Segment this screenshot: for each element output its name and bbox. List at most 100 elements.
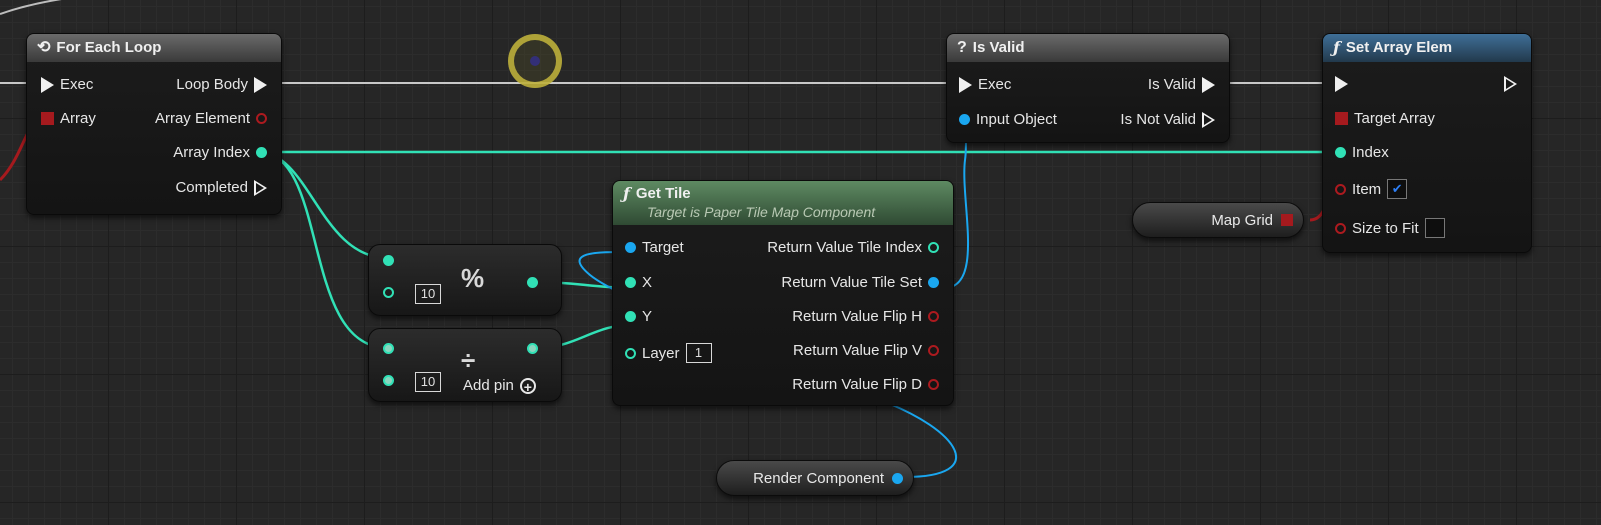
object-pin-icon[interactable] <box>892 472 903 484</box>
int-pin-icon[interactable] <box>383 343 394 354</box>
layer-row[interactable]: Layer 1 <box>625 343 712 363</box>
set-array-elem-header[interactable]: ƒ Set Array Elem <box>1323 34 1531 62</box>
map-grid-variable-node[interactable]: Map Grid <box>1132 202 1304 238</box>
x-row[interactable]: X <box>625 274 652 291</box>
size-to-fit-checkbox[interactable] <box>1424 218 1445 238</box>
exec-pin-icon[interactable] <box>254 76 267 93</box>
set-exec-in-row[interactable] <box>1335 76 1348 92</box>
ret-flip-h-row[interactable]: Return Value Flip H <box>792 308 939 325</box>
array-pin-icon[interactable] <box>1281 214 1293 226</box>
bool-pin-icon[interactable] <box>928 311 939 322</box>
ret-flip-d-row[interactable]: Return Value Flip D <box>792 376 939 393</box>
exec-pin-icon[interactable] <box>1335 76 1348 92</box>
target-array-label: Target Array <box>1354 110 1435 127</box>
loop-body-label: Loop Body <box>176 76 248 93</box>
y-row[interactable]: Y <box>625 308 652 325</box>
y-label: Y <box>642 308 653 325</box>
function-icon: ƒ <box>1333 38 1340 57</box>
for-each-loop-header[interactable]: ⟲ For Each Loop <box>27 34 281 62</box>
is-not-valid-label: Is Not Valid <box>1120 111 1196 128</box>
get-tile-subtitle: Target is Paper Tile Map Component <box>647 204 876 220</box>
modulo-value-input[interactable]: 10 <box>415 284 441 304</box>
get-tile-header[interactable]: ƒ Get Tile Target is Paper Tile Map Comp… <box>613 181 953 225</box>
index-row[interactable]: Index <box>1335 144 1389 161</box>
is-valid-out-row[interactable]: Is Valid <box>1148 76 1215 93</box>
int-pin-icon[interactable] <box>527 343 538 354</box>
target-array-row[interactable]: Target Array <box>1335 110 1435 127</box>
exec-pin-icon[interactable] <box>1202 76 1215 93</box>
int-pin-icon[interactable] <box>625 277 636 288</box>
object-pin-icon[interactable] <box>625 242 636 253</box>
bool-pin-icon[interactable] <box>928 345 939 356</box>
modulo-node[interactable]: 10 % <box>368 244 562 316</box>
divide-value-input[interactable]: 10 <box>415 372 441 392</box>
exec-wire-partial <box>0 0 62 15</box>
add-pin-button[interactable]: Add pin + <box>463 377 536 394</box>
layer-label: Layer <box>642 344 680 362</box>
is-valid-node[interactable]: ? Is Valid Exec Is Valid Input Object Is… <box>946 33 1230 143</box>
exec-in-label: Exec <box>978 76 1012 93</box>
for-each-loop-node[interactable]: ⟲ For Each Loop Exec Loop Body Array Arr… <box>26 33 282 215</box>
cursor-highlight-ring <box>508 34 562 88</box>
get-tile-node[interactable]: ƒ Get Tile Target is Paper Tile Map Comp… <box>612 180 954 406</box>
exec-pin-hollow-icon[interactable] <box>254 179 267 196</box>
target-label: Target <box>642 239 684 256</box>
loop-icon: ⟲ <box>37 39 51 56</box>
modulo-operator: % <box>461 263 485 293</box>
array-element-label: Array Element <box>154 110 250 127</box>
array-index-pin-row[interactable]: Array Index <box>173 144 267 161</box>
int-pin-icon[interactable] <box>383 287 394 298</box>
int-pin-icon[interactable] <box>256 147 267 158</box>
is-valid-exec-row[interactable]: Exec <box>959 76 1011 93</box>
set-exec-out-row[interactable] <box>1504 76 1517 92</box>
object-pin-icon[interactable] <box>959 114 970 125</box>
array-pin-icon[interactable] <box>1335 112 1348 125</box>
int-pin-icon[interactable] <box>1335 147 1346 158</box>
object-pin-icon[interactable] <box>928 277 939 288</box>
item-row[interactable]: Item ✔ <box>1335 179 1408 199</box>
bool-pin-icon[interactable] <box>1335 222 1346 234</box>
size-to-fit-row[interactable]: Size to Fit <box>1335 218 1445 238</box>
exec-in-label: Exec <box>60 76 94 93</box>
exec-pin-hollow-icon[interactable] <box>1202 111 1215 128</box>
int-pin-icon[interactable] <box>625 311 636 322</box>
layer-value-input[interactable]: 1 <box>685 343 712 363</box>
exec-in-pin-row[interactable]: Exec <box>41 76 93 93</box>
exec-pin-icon[interactable] <box>41 76 54 93</box>
int-pin-icon[interactable] <box>383 255 394 266</box>
render-component-label: Render Component <box>753 469 884 487</box>
ret-tile-set-label: Return Value Tile Set <box>781 274 922 291</box>
is-not-valid-row[interactable]: Is Not Valid <box>1120 111 1215 128</box>
int-pin-icon[interactable] <box>383 375 394 386</box>
divide-operator: ÷ <box>461 345 476 375</box>
set-array-elem-title: Set Array Elem <box>1345 39 1453 56</box>
array-pin-icon[interactable] <box>41 112 54 125</box>
add-pin-label: Add pin <box>463 377 514 394</box>
target-row[interactable]: Target <box>625 239 684 256</box>
completed-pin-row[interactable]: Completed <box>175 179 267 196</box>
item-checkbox[interactable]: ✔ <box>1387 179 1408 199</box>
is-valid-title: Is Valid <box>972 39 1025 56</box>
loop-body-pin-row[interactable]: Loop Body <box>176 76 267 93</box>
array-pin-row[interactable]: Array <box>41 110 96 127</box>
ret-flip-v-row[interactable]: Return Value Flip V <box>793 342 939 359</box>
completed-label: Completed <box>175 179 248 196</box>
set-array-elem-node[interactable]: ƒ Set Array Elem Target Array Index Item… <box>1322 33 1532 253</box>
struct-pin-icon[interactable] <box>1335 183 1346 195</box>
int-pin-icon[interactable] <box>625 347 636 359</box>
array-label: Array <box>60 110 96 127</box>
exec-pin-hollow-icon[interactable] <box>1504 76 1517 92</box>
int-pin-icon[interactable] <box>527 277 538 288</box>
divide-node[interactable]: 10 ÷ Add pin + <box>368 328 562 402</box>
int-pin-icon[interactable] <box>928 242 939 253</box>
ret-tile-set-row[interactable]: Return Value Tile Set <box>781 274 939 291</box>
render-component-variable-node[interactable]: Render Component <box>716 460 914 496</box>
exec-pin-icon[interactable] <box>959 76 972 93</box>
plus-circle-icon: + <box>519 377 536 394</box>
array-element-pin-row[interactable]: Array Element <box>155 110 267 127</box>
struct-pin-icon[interactable] <box>256 113 267 124</box>
is-valid-header[interactable]: ? Is Valid <box>947 34 1229 62</box>
ret-tile-index-row[interactable]: Return Value Tile Index <box>767 239 939 256</box>
input-object-row[interactable]: Input Object <box>959 111 1057 128</box>
bool-pin-icon[interactable] <box>928 379 939 390</box>
